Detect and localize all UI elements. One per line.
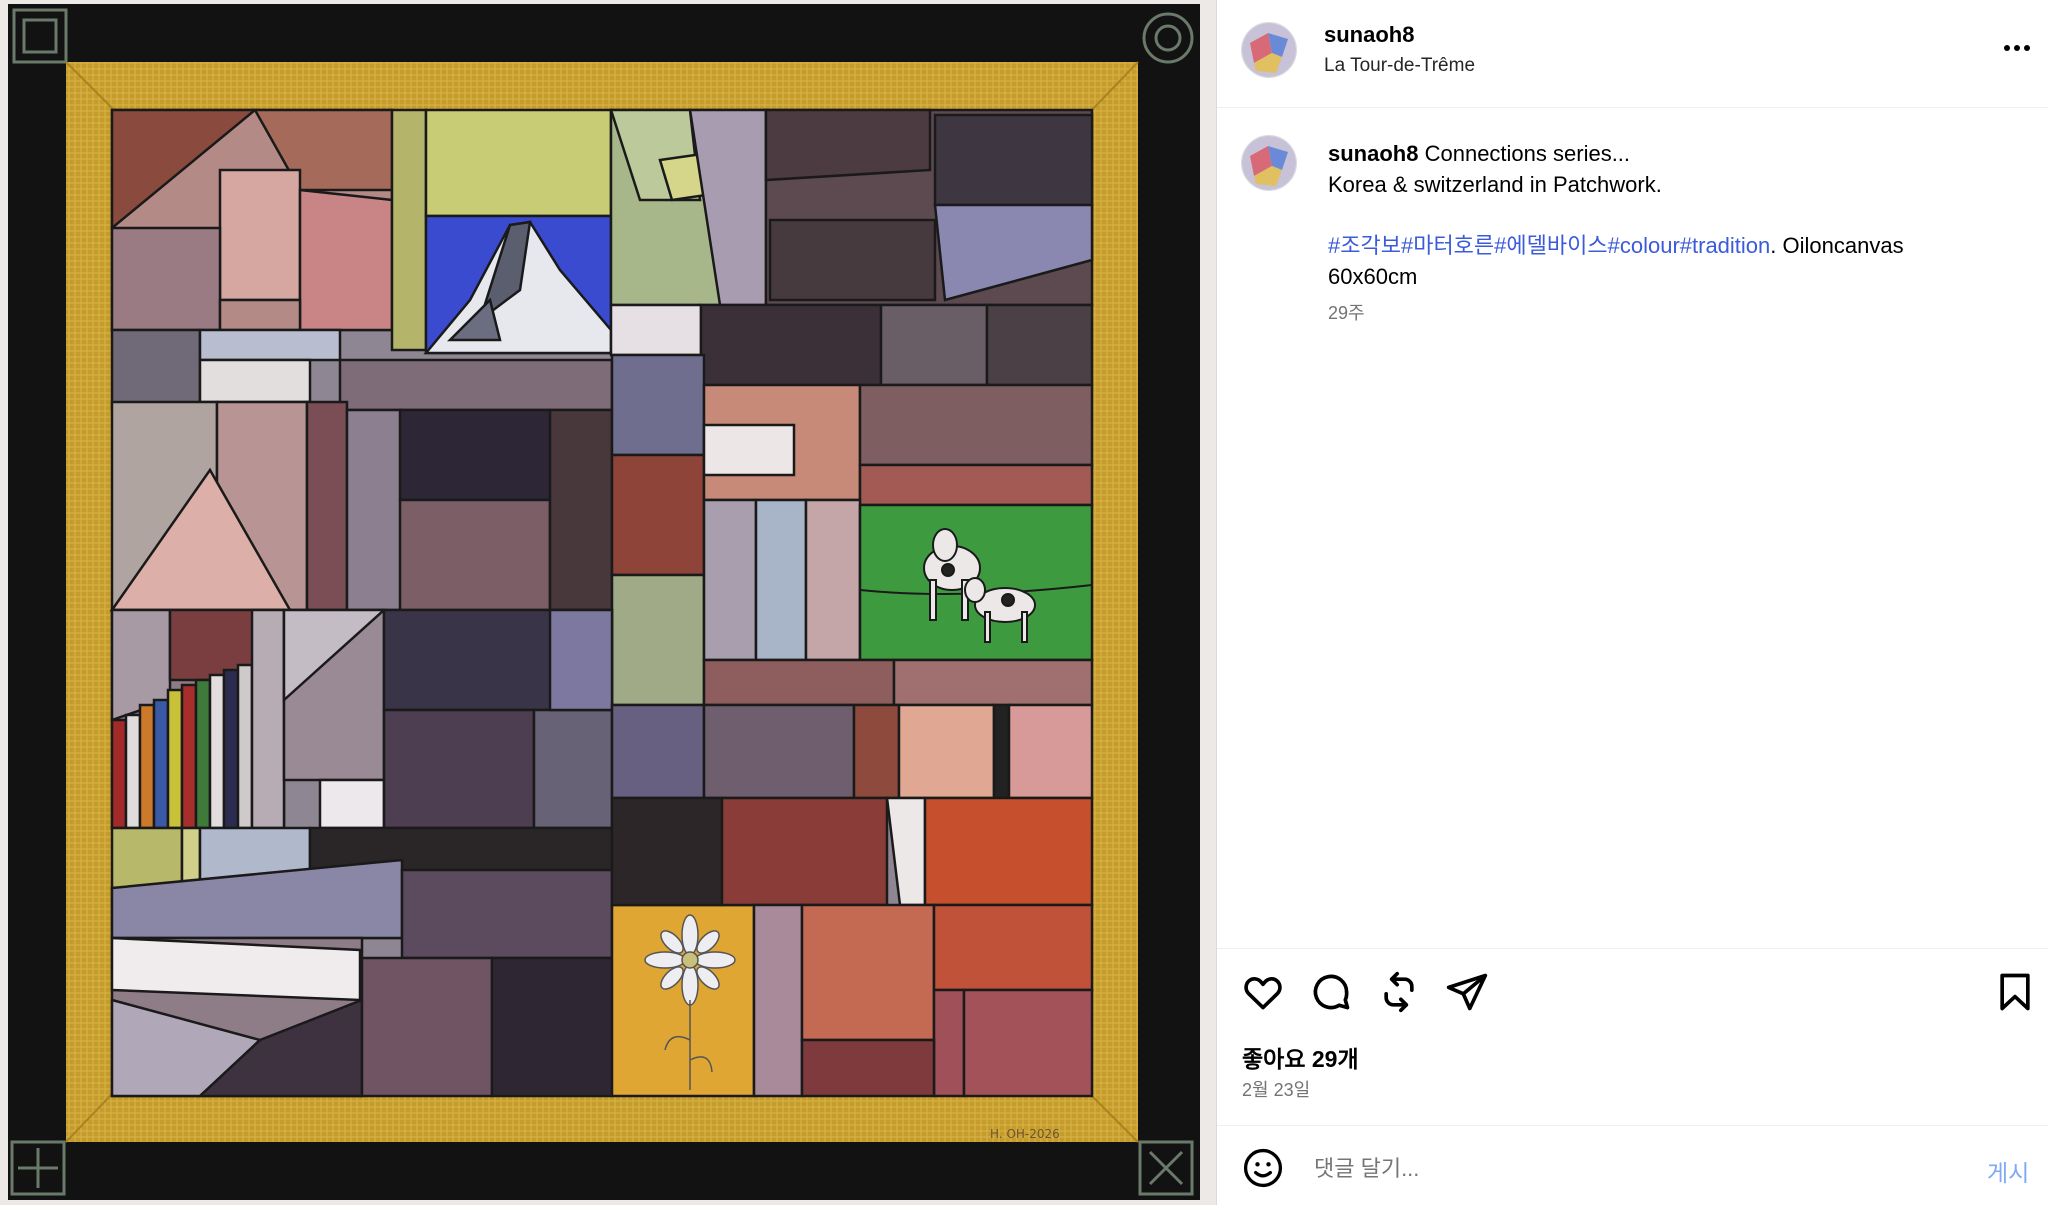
artist-signature: H. OH-2026 xyxy=(990,1127,1060,1141)
post-username[interactable]: sunaoh8 xyxy=(1324,22,1414,48)
comment-button[interactable] xyxy=(1309,970,1353,1014)
post-image[interactable]: H. OH-2026 xyxy=(0,0,1216,1205)
post-location[interactable]: La Tour-de-Trême xyxy=(1324,55,1475,77)
share-button[interactable] xyxy=(1445,970,1489,1014)
comment-bubble-icon xyxy=(1313,974,1350,1010)
emoji-button[interactable] xyxy=(1241,1146,1285,1190)
caption-line2: Korea & switzerland in Patchwork. xyxy=(1328,172,1662,197)
repost-button[interactable] xyxy=(1377,970,1421,1014)
caption-line1: Connections series... xyxy=(1424,141,1631,166)
paper-plane-icon xyxy=(1446,973,1488,1011)
more-options-button[interactable] xyxy=(1997,26,2037,66)
patchwork-pieces xyxy=(109,108,1094,1098)
hashtag-link[interactable]: #colour xyxy=(1608,233,1680,258)
patchwork-painting: H. OH-2026 xyxy=(8,4,1200,1200)
likes-count[interactable]: 좋아요 29개 xyxy=(1242,1040,1359,1074)
caption-avatar[interactable] xyxy=(1241,135,1297,191)
avatar-image xyxy=(1242,136,1296,190)
post-comment-button[interactable]: 게시 xyxy=(1987,1154,2029,1188)
repost-icon xyxy=(1384,971,1414,1013)
like-button[interactable] xyxy=(1241,970,1285,1014)
comment-input[interactable] xyxy=(1312,1148,1876,1190)
hashtag-link[interactable]: #조각보 xyxy=(1328,233,1401,258)
more-icon xyxy=(2004,45,2030,51)
avatar[interactable] xyxy=(1241,22,1297,78)
caption-medium: . Oiloncanvas xyxy=(1770,233,1904,258)
caption-age[interactable]: 29주 xyxy=(1328,298,2028,329)
hashtag-link[interactable]: #tradition xyxy=(1680,233,1771,258)
heart-icon xyxy=(1244,977,1282,1010)
bookmark-icon xyxy=(2000,973,2030,1011)
hashtag-link[interactable]: #마터호른 xyxy=(1401,233,1494,258)
smiley-icon xyxy=(1243,1148,1283,1188)
save-button[interactable] xyxy=(1993,970,2037,1014)
caption-size: 60x60cm xyxy=(1328,264,1418,289)
post-date[interactable]: 2월 23일 xyxy=(1242,1076,1310,1102)
caption-text: sunaoh8 Connections series... Korea & sw… xyxy=(1328,138,2028,329)
avatar-image xyxy=(1242,23,1296,77)
post-sidebar: sunaoh8 La Tour-de-Trême sunaoh8 Connect… xyxy=(1217,0,2048,1205)
caption-username[interactable]: sunaoh8 xyxy=(1328,141,1418,166)
hashtag-link[interactable]: #에델바이스 xyxy=(1494,233,1607,258)
